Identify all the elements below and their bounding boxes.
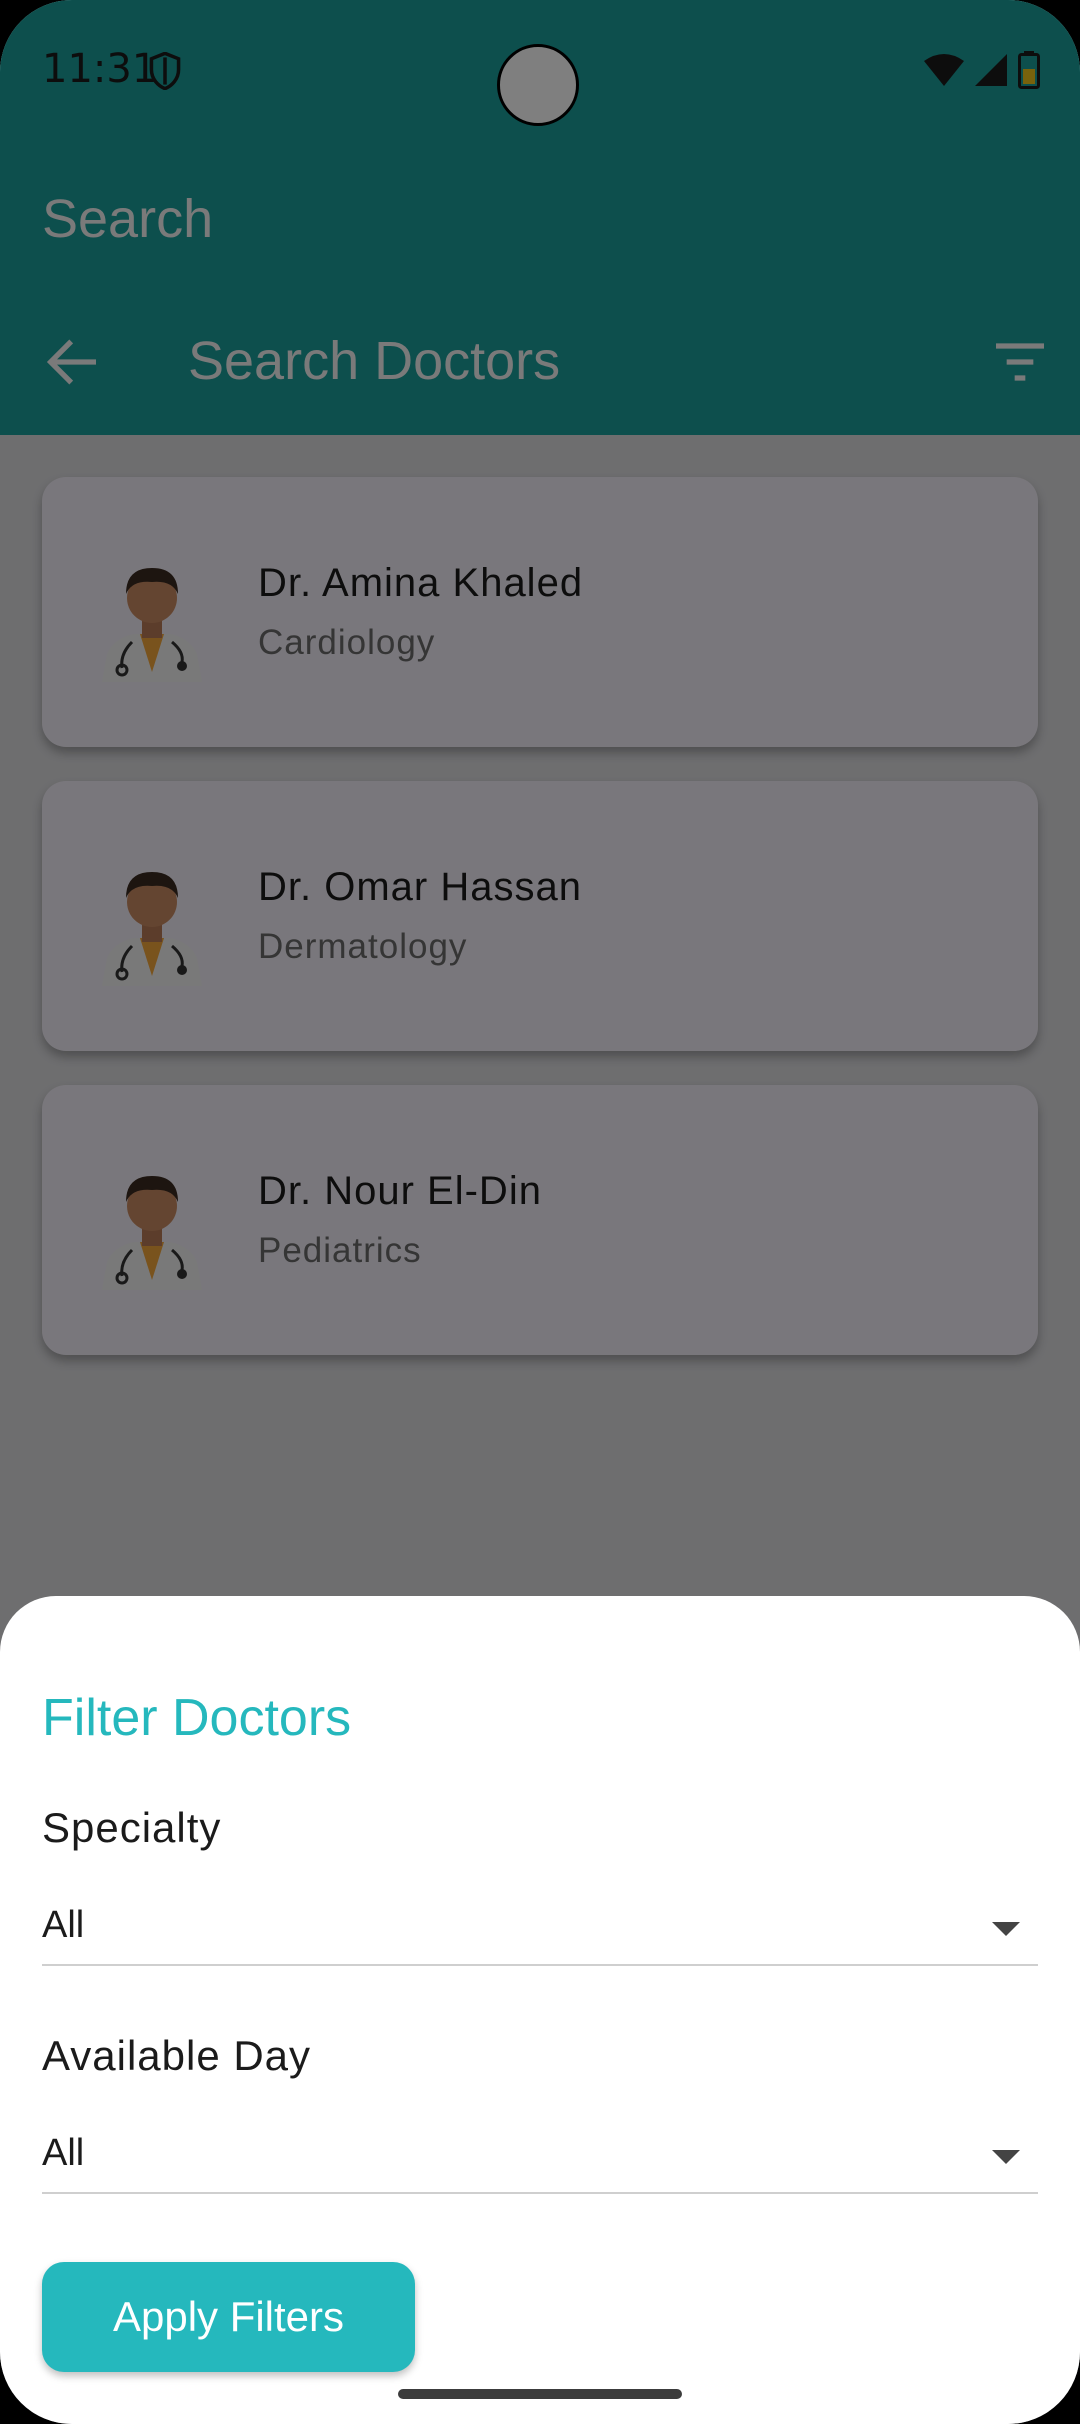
sheet-title: Filter Doctors [42,1689,352,1747]
doctor-card[interactable]: Dr. Amina Khaled Cardiology [42,477,1038,747]
top-bar: Search [0,150,1080,290]
doctor-specialty: Dermatology [258,927,468,966]
doctor-name: Dr. Amina Khaled [258,561,584,605]
available-day-label: Available Day [42,2032,312,2079]
app-bar: Search Doctors [0,290,1080,435]
available-day-value: All [42,2132,85,2174]
status-time: 11:31 [42,46,158,92]
status-bar: 11:31 [0,0,1080,150]
apply-filters-button[interactable]: Apply Filters [42,2262,415,2372]
top-bar-title: Search [42,189,214,249]
doctor-card[interactable]: Dr. Nour El-Din Pediatrics [42,1085,1038,1355]
arrow-back-icon[interactable] [40,330,104,394]
home-indicator[interactable] [398,2389,682,2399]
specialty-dropdown[interactable]: All [42,1894,1038,1966]
cell-signal-icon [975,54,1007,86]
doctor-specialty: Cardiology [258,623,436,662]
doctor-name: Dr. Nour El-Din [258,1169,542,1213]
dropdown-arrow-icon [992,1922,1020,1936]
doctor-specialty: Pediatrics [258,1231,422,1270]
status-icons [924,50,1040,90]
battery-icon [1018,51,1040,89]
doctor-avatar-icon [102,872,202,986]
filter-bottom-sheet: Filter Doctors Specialty All Available D… [0,1596,1080,2424]
screen: 11:31 Search Search Doctors Dr. Amina Kh… [0,0,1080,2424]
camera-cutout [497,44,579,126]
doctor-avatar-icon [102,1176,202,1290]
doctor-card[interactable]: Dr. Omar Hassan Dermatology [42,781,1038,1051]
dropdown-arrow-icon [992,2150,1020,2164]
page-title: Search Doctors [188,331,561,391]
specialty-value: All [42,1904,85,1946]
shield-icon [149,52,181,90]
doctor-avatar-icon [102,568,202,682]
doctor-list: Dr. Amina Khaled Cardiology Dr. Omar Has… [0,435,1080,1595]
wifi-icon [924,54,964,86]
available-day-dropdown[interactable]: All [42,2122,1038,2194]
specialty-label: Specialty [42,1804,222,1851]
doctor-name: Dr. Omar Hassan [258,865,582,909]
filter-list-icon[interactable] [988,330,1052,394]
